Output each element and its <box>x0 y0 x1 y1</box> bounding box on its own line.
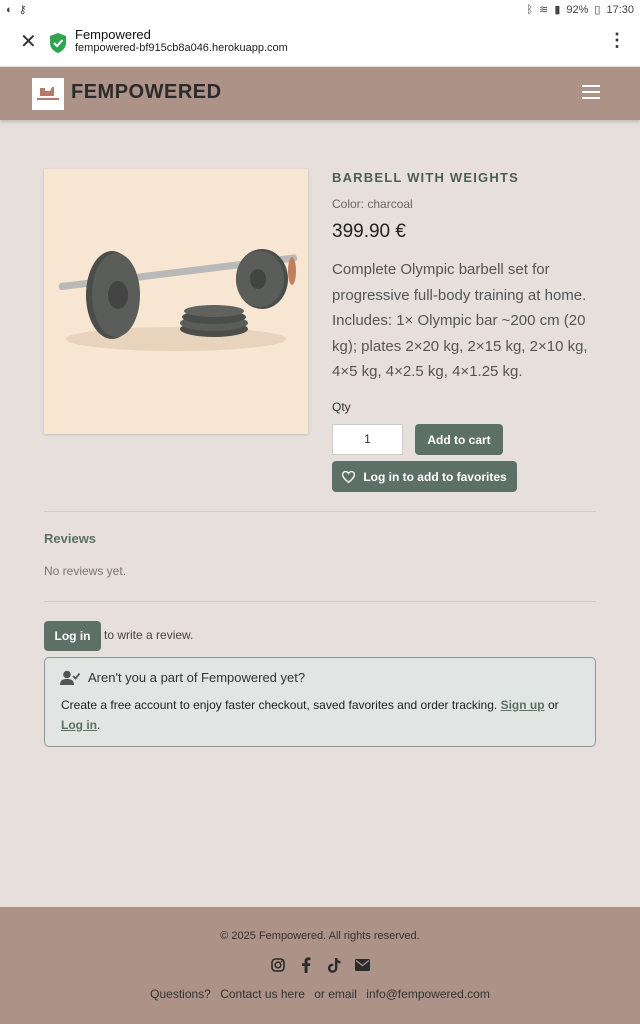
more-options-icon[interactable]: ⋮ <box>608 30 626 51</box>
battery-icon: ▯ <box>594 4 601 16</box>
copyright: © 2025 Fempowered. All rights reserved. <box>220 930 420 942</box>
battery-level: 92% <box>566 3 589 16</box>
facebook-icon[interactable] <box>298 957 314 973</box>
notice-body: Create a free account to enjoy faster ch… <box>61 698 498 712</box>
product-color: Color: charcoal <box>332 197 413 211</box>
login-button[interactable]: Log in <box>44 621 101 651</box>
favorites-button-label: Log in to add to favorites <box>363 469 507 484</box>
signup-link[interactable]: Sign up <box>501 698 545 712</box>
qty-label: Qty <box>332 400 351 414</box>
notice-title: Aren't you a part of Fempowered yet? <box>88 670 306 685</box>
site-navbar: FEMPOWERED <box>0 67 640 120</box>
browser-bar: ✕ Fempowered fempowered-bf915cb8a046.her… <box>0 20 640 67</box>
divider <box>44 601 596 602</box>
notice-end: . <box>97 718 101 732</box>
brand-name[interactable]: FEMPOWERED <box>71 81 222 104</box>
signup-notice: Aren't you a part of Fempowered yet? Cre… <box>44 657 596 747</box>
reviews-heading: Reviews <box>44 531 97 546</box>
brand-logo[interactable] <box>32 78 64 110</box>
close-icon[interactable]: ✕ <box>20 32 38 52</box>
notice-text: Create a free account to enjoy faster ch… <box>61 695 581 735</box>
or-email-text: or email <box>314 987 357 1001</box>
product-title: BARBELL WITH WEIGHTS <box>332 170 519 185</box>
social-links <box>270 957 370 973</box>
contact-link[interactable]: Contact us here <box>220 987 305 1001</box>
wifi-icon: ≋ <box>539 4 549 16</box>
status-bar: ◐ ⚷ ᛒ ≋ ▮ 92% ▯ 17:30 <box>0 0 640 20</box>
write-review-prompt: to write a review. <box>104 628 194 642</box>
bluetooth-icon: ᛒ <box>526 3 534 16</box>
user-check-icon <box>60 670 80 685</box>
divider <box>44 511 596 512</box>
product-price: 399.90 € <box>332 221 406 242</box>
product-image <box>44 169 308 434</box>
favorites-login-button[interactable]: Log in to add to favorites <box>332 461 517 492</box>
notice-login-link[interactable]: Log in <box>61 718 97 732</box>
clock: 17:30 <box>606 3 634 16</box>
add-to-cart-button[interactable]: Add to cart <box>415 424 503 455</box>
heart-icon <box>342 470 356 483</box>
tiktok-icon[interactable] <box>326 957 342 973</box>
email-link[interactable]: info@fempowered.com <box>366 987 490 1001</box>
data-saver-icon: ◐ <box>6 3 13 16</box>
site-footer: © 2025 Fempowered. All rights reserved. … <box>0 907 640 1024</box>
key-icon: ⚷ <box>18 4 27 16</box>
email-icon[interactable] <box>354 957 370 973</box>
contact-line: Questions? Contact us here or email info… <box>0 987 640 1001</box>
instagram-icon[interactable] <box>270 957 286 973</box>
quantity-input[interactable]: 1 <box>332 424 403 455</box>
questions-text: Questions? <box>150 987 211 1001</box>
product-description: Complete Olympic barbell set for progres… <box>332 261 588 380</box>
browser-page-title: Fempowered <box>75 27 151 42</box>
security-shield-icon[interactable] <box>48 32 68 54</box>
browser-url[interactable]: fempowered-bf915cb8a046.herokuapp.com <box>75 42 288 54</box>
hamburger-menu-icon[interactable] <box>582 85 600 100</box>
no-reviews-text: No reviews yet. <box>44 564 127 578</box>
signal-icon: ▮ <box>554 4 561 16</box>
notice-or: or <box>547 698 559 712</box>
